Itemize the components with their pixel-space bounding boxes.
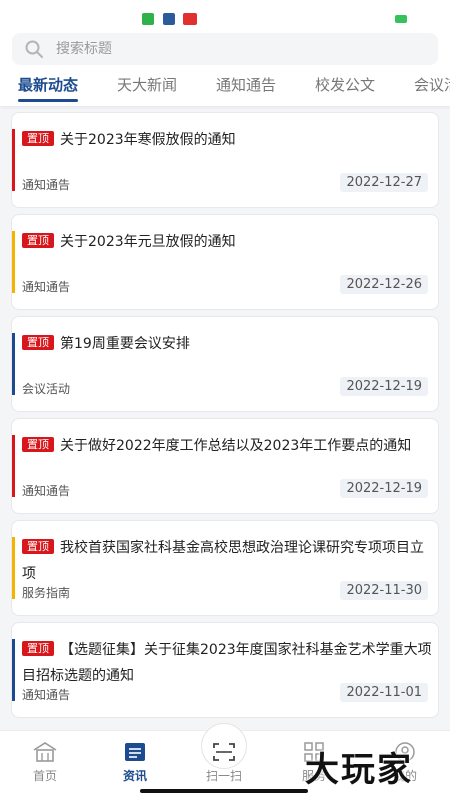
list-item[interactable]: 置顶 【选题征集】关于征集2023年度国家社科基金艺术学重大项目招标选题的通知 通… xyxy=(11,622,439,718)
accent-bar xyxy=(12,333,15,395)
search-input[interactable] xyxy=(56,41,396,57)
search-icon xyxy=(25,40,43,58)
accent-bar xyxy=(12,129,15,191)
pinned-badge: 置顶 xyxy=(22,335,54,350)
item-date: 2022-11-30 xyxy=(340,581,428,600)
item-title: 置顶 我校首获国家社科基金高校思想政治理论课研究专项项目立项 xyxy=(22,539,424,582)
item-category: 会议活动 xyxy=(22,382,71,396)
app-notification-icon xyxy=(142,13,154,25)
pinned-badge: 置顶 xyxy=(22,233,54,248)
nav-home[interactable]: 首页 xyxy=(15,741,75,784)
list-item[interactable]: 置顶 关于2023年寒假放假的通知 通知通告 2022-12-27 xyxy=(11,112,439,208)
pinned-badge: 置顶 xyxy=(22,539,54,554)
list-item[interactable]: 置顶 关于做好2022年度工作总结以及2023年工作要点的通知 通知通告 2022… xyxy=(11,418,439,514)
tab-documents[interactable]: 校发公文 xyxy=(315,74,375,106)
item-date: 2022-12-27 xyxy=(340,173,428,192)
item-category: 服务指南 xyxy=(22,586,71,600)
nav-news[interactable]: 资讯 xyxy=(105,741,165,784)
battery-icon xyxy=(395,15,407,23)
app-notification-icon xyxy=(183,13,197,25)
tab-notices[interactable]: 通知通告 xyxy=(216,74,276,106)
pinned-badge: 置顶 xyxy=(22,437,54,452)
tab-meetings[interactable]: 会议活 xyxy=(414,74,450,106)
nav-label: 资讯 xyxy=(122,769,147,783)
search-box[interactable] xyxy=(12,33,438,65)
category-tabs: 最新动态 天大新闻 通知通告 校发公文 会议活 xyxy=(0,68,450,106)
status-bar xyxy=(0,0,450,30)
app-notification-icon xyxy=(163,13,175,25)
item-category: 通知通告 xyxy=(22,178,71,192)
item-date: 2022-11-01 xyxy=(340,683,428,702)
nav-scan[interactable]: 扫一扫 xyxy=(194,741,254,784)
news-icon xyxy=(125,743,145,761)
item-title: 置顶 关于做好2022年度工作总结以及2023年工作要点的通知 xyxy=(22,433,432,459)
item-date: 2022-12-19 xyxy=(340,377,428,396)
item-title: 置顶 关于2023年元旦放假的通知 xyxy=(22,229,432,255)
search-bar xyxy=(0,30,450,68)
item-category: 通知通告 xyxy=(22,280,71,294)
accent-bar xyxy=(12,639,15,701)
accent-bar xyxy=(12,435,15,497)
list-item[interactable]: 置顶 第19周重要会议安排 会议活动 2022-12-19 xyxy=(11,316,439,412)
item-title: 置顶 关于2023年寒假放假的通知 xyxy=(22,127,432,153)
watermark: 大玩家 xyxy=(305,750,413,790)
scan-icon xyxy=(213,743,235,761)
accent-bar xyxy=(12,537,15,599)
home-indicator xyxy=(140,789,308,793)
item-title: 置顶 【选题征集】关于征集2023年度国家社科基金艺术学重大项目招标选题的通知 xyxy=(22,641,432,684)
tab-tju-news[interactable]: 天大新闻 xyxy=(117,74,177,106)
list-item[interactable]: 置顶 关于2023年元旦放假的通知 通知通告 2022-12-26 xyxy=(11,214,439,310)
list-item[interactable]: 置顶 我校首获国家社科基金高校思想政治理论课研究专项项目立项 服务指南 2022-… xyxy=(11,520,439,616)
nav-label: 扫一扫 xyxy=(205,769,242,783)
tab-latest[interactable]: 最新动态 xyxy=(18,74,79,106)
pinned-badge: 置顶 xyxy=(22,641,54,656)
accent-bar xyxy=(12,231,15,293)
item-date: 2022-12-26 xyxy=(340,275,428,294)
nav-label: 首页 xyxy=(32,769,57,783)
item-category: 通知通告 xyxy=(22,484,71,498)
home-icon xyxy=(33,742,57,762)
pinned-badge: 置顶 xyxy=(22,131,54,146)
item-title: 置顶 第19周重要会议安排 xyxy=(22,331,432,357)
item-category: 通知通告 xyxy=(22,688,71,702)
item-date: 2022-12-19 xyxy=(340,479,428,498)
